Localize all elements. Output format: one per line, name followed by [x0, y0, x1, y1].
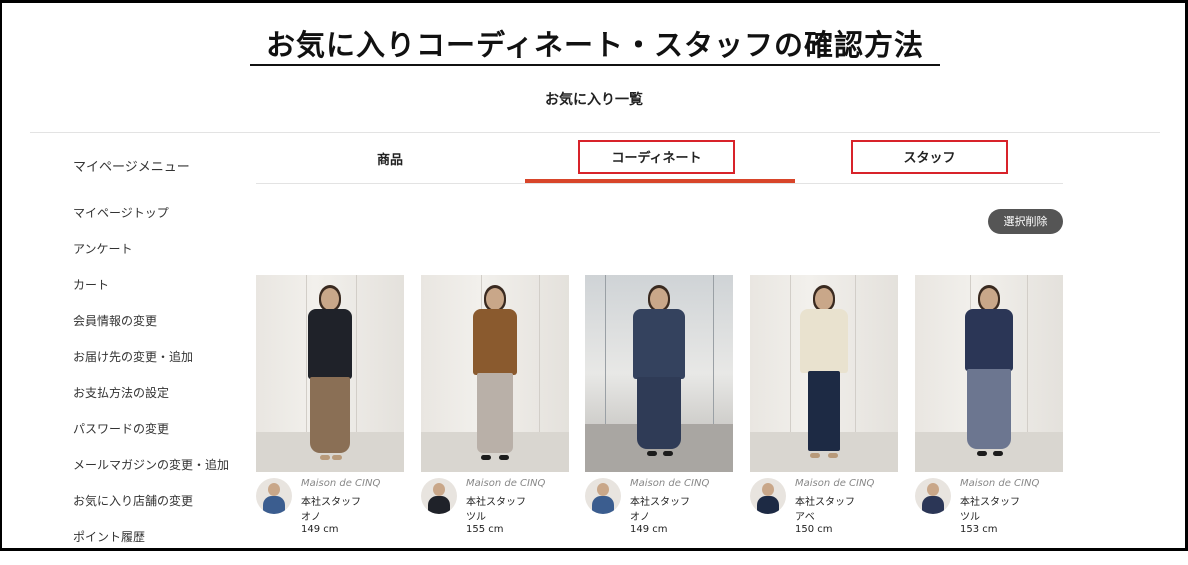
coordinate-photo[interactable]: [915, 275, 1063, 472]
brand-name: Maison de CINQ: [795, 478, 875, 489]
sidebar-item-survey[interactable]: アンケート: [73, 241, 229, 277]
sidebar-heading: マイページメニュー: [73, 160, 190, 175]
tab-staff[interactable]: スタッフ: [851, 140, 1008, 174]
delete-selected-button[interactable]: 選択削除: [988, 209, 1063, 234]
staff-name: オノ: [301, 512, 321, 523]
headline: お気に入りコーディネート・スタッフの確認方法: [250, 26, 940, 66]
staff-avatar[interactable]: [256, 478, 292, 514]
staff-height: 150 cm: [795, 524, 833, 535]
sidebar-item-mypage-top[interactable]: マイページトップ: [73, 205, 229, 241]
staff-avatar[interactable]: [750, 478, 786, 514]
staff-name: ツル: [960, 512, 980, 523]
staff-name: ツル: [466, 512, 486, 523]
staff-store: 本社スタッフ: [795, 497, 855, 508]
staff-height: 153 cm: [960, 524, 998, 535]
coordinate-card[interactable]: Maison de CINQ 本社スタッフ オノ 149 cm: [256, 275, 404, 542]
staff-avatar[interactable]: [421, 478, 457, 514]
staff-avatar[interactable]: [585, 478, 621, 514]
staff-store: 本社スタッフ: [960, 497, 1020, 508]
staff-height: 155 cm: [466, 524, 504, 535]
sidebar-item-payment[interactable]: お支払方法の設定: [73, 385, 229, 421]
coordinate-photo[interactable]: [256, 275, 404, 472]
staff-avatar[interactable]: [915, 478, 951, 514]
sidebar-item-cart[interactable]: カート: [73, 277, 229, 313]
coordinate-photo[interactable]: [421, 275, 569, 472]
sidebar-item-delivery-address[interactable]: お届け先の変更・追加: [73, 349, 229, 385]
staff-store: 本社スタッフ: [301, 497, 361, 508]
frame-left: [0, 0, 2, 551]
coordinate-card[interactable]: Maison de CINQ 本社スタッフ ツル 153 cm: [915, 275, 1063, 542]
staff-height: 149 cm: [301, 524, 339, 535]
brand-name: Maison de CINQ: [630, 478, 710, 489]
coordinate-photo[interactable]: [750, 275, 898, 472]
coordinate-card[interactable]: Maison de CINQ 本社スタッフ オノ 149 cm: [585, 275, 733, 542]
coordinate-card[interactable]: Maison de CINQ 本社スタッフ ツル 155 cm: [421, 275, 569, 542]
page-title: お気に入り一覧: [545, 92, 643, 108]
active-tab-indicator: [525, 179, 795, 183]
staff-height: 149 cm: [630, 524, 668, 535]
staff-name: オノ: [630, 512, 650, 523]
tab-divider: [256, 183, 1063, 184]
staff-store: 本社スタッフ: [630, 497, 690, 508]
sidebar-item-password[interactable]: パスワードの変更: [73, 421, 229, 457]
brand-name: Maison de CINQ: [960, 478, 1040, 489]
tab-products[interactable]: 商品: [310, 149, 470, 168]
staff-name: アベ: [795, 512, 815, 523]
brand-name: Maison de CINQ: [466, 478, 546, 489]
divider: [30, 132, 1160, 133]
tab-coordinate[interactable]: コーディネート: [578, 140, 735, 174]
sidebar-item-mail-magazine[interactable]: メールマガジンの変更・追加: [73, 457, 229, 493]
coordinate-card[interactable]: Maison de CINQ 本社スタッフ アベ 150 cm: [750, 275, 898, 542]
staff-store: 本社スタッフ: [466, 497, 526, 508]
frame-top: [0, 0, 1188, 3]
sidebar-item-member-info[interactable]: 会員情報の変更: [73, 313, 229, 349]
coordinate-photo[interactable]: [585, 275, 733, 472]
sidebar-item-points[interactable]: ポイント履歴: [73, 529, 229, 565]
sidebar-item-favorite-store[interactable]: お気に入り店舗の変更: [73, 493, 229, 529]
brand-name: Maison de CINQ: [301, 478, 381, 489]
sidebar-menu: マイページトップ アンケート カート 会員情報の変更 お届け先の変更・追加 お支…: [73, 205, 229, 565]
